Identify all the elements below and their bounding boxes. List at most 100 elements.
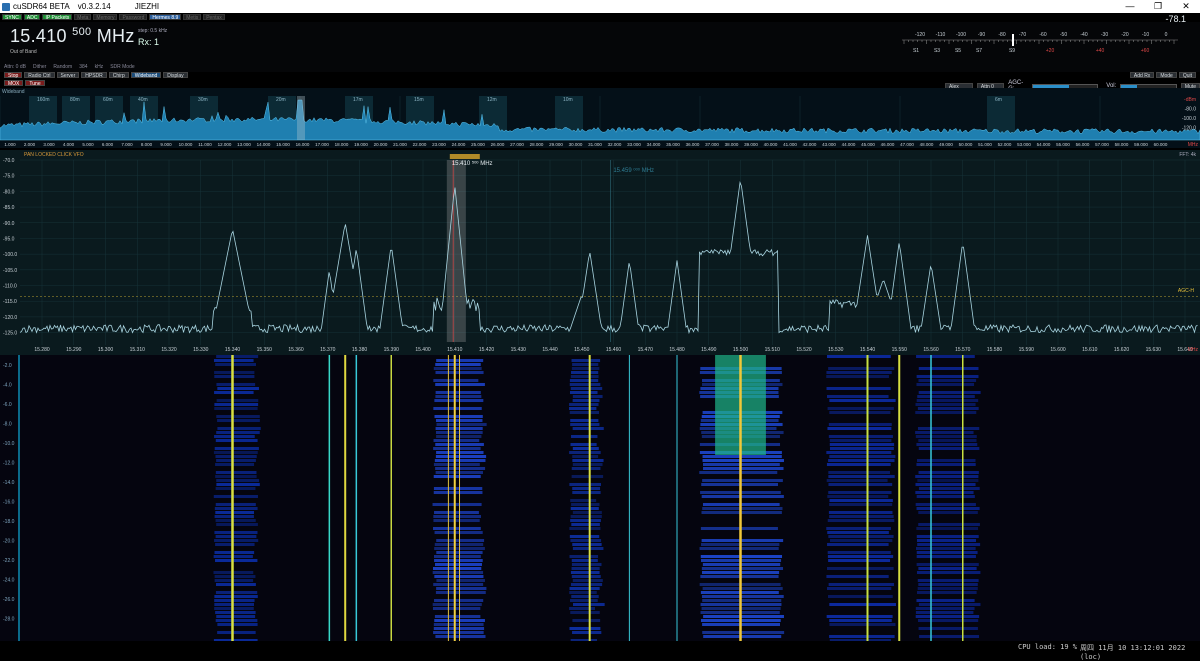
waterfall-band-segment: [569, 527, 601, 530]
wideband-x-label: 2.000: [24, 142, 36, 147]
add-rx-button[interactable]: Add Rx: [1129, 72, 1155, 79]
panadapter[interactable]: -70.0 -75.0 -80.0 -85.0 -90.0 -95.0 -100.0 -105…: [0, 150, 1200, 355]
waterfall-band-segment: [571, 467, 601, 470]
main-button-row: Stop Radio Ctrl Server HPSDR Chirp Wideb…: [4, 72, 188, 79]
waterfall-band-segment: [917, 407, 979, 410]
wideband-spectrum[interactable]: 160m 80m 60m 40m 30m 20m 17m 15m 12m 10m 6m -dBm -80…: [0, 88, 1200, 148]
stop-button[interactable]: Stop: [4, 72, 23, 79]
chirp-button[interactable]: Chirp: [108, 72, 129, 79]
waterfall-band-segment: [918, 391, 981, 394]
tune-button[interactable]: Tune: [25, 80, 45, 87]
waterfall-band-segment: [828, 475, 895, 478]
waterfall-band-segment: [435, 391, 481, 394]
wideband-x-label: 41.000: [783, 142, 797, 147]
second-vfo-label: 15.459 000 MHz: [613, 167, 654, 175]
minimize-button[interactable]: —: [1116, 0, 1144, 13]
pan-x-label: 15.620: [1114, 347, 1130, 353]
waterfall-band-segment: [569, 403, 599, 406]
waterfall-band-segment: [433, 519, 480, 522]
radio-ctrl-button[interactable]: Radio Ctrl: [24, 72, 55, 79]
waterfall-band-segment: [569, 407, 597, 410]
wideband-x-label: 15.000: [276, 142, 290, 147]
waterfall-band-segment: [434, 563, 482, 566]
waterfall-band-segment: [214, 551, 255, 554]
pan-x-label: 15.570: [955, 347, 971, 353]
waterfall-band-segment: [572, 395, 603, 398]
wideband-button[interactable]: Wideband: [130, 72, 162, 79]
waterfall-carrier: [962, 355, 964, 641]
waterfall-band-segment: [569, 555, 599, 558]
pan-y-label: -125.0: [3, 331, 17, 337]
waterfall-band-segment: [918, 511, 978, 514]
close-button[interactable]: ✕: [1172, 0, 1200, 13]
maximize-button[interactable]: ❐: [1144, 0, 1172, 13]
vfo-freq-main: 15.410: [10, 26, 67, 46]
waterfall[interactable]: -2.0 -4.0 -6.0 -8.0 -10.0 -12.0 -14.0 -16.0 -18.…: [0, 355, 1200, 642]
waterfall-band-segment: [918, 487, 980, 490]
waterfall-band-segment: [214, 403, 259, 406]
waterfall-band-segment: [214, 579, 254, 582]
pan-x-label: 15.530: [828, 347, 844, 353]
waterfall-band-segment: [215, 455, 257, 458]
waterfall-plot[interactable]: -2.0 -4.0 -6.0 -8.0 -10.0 -12.0 -14.0 -16.0 -18.…: [0, 355, 1200, 642]
dither-option[interactable]: Dither: [33, 64, 46, 70]
mode-button[interactable]: Mode: [1156, 72, 1177, 79]
waterfall-band-segment: [433, 567, 482, 570]
wideband-vfo-marker[interactable]: [297, 96, 305, 140]
wideband-x-label: 50.000: [959, 142, 973, 147]
server-button[interactable]: Server: [56, 72, 80, 79]
vfo-frequency-display[interactable]: 15.410 500 MHz: [10, 26, 135, 47]
waterfall-band-segment: [570, 611, 600, 614]
vfo-freq-unit: MHz: [96, 26, 135, 46]
waterfall-band-segment: [216, 399, 259, 402]
pan-x-label: 15.340: [225, 347, 241, 353]
wideband-band-label: 6m: [995, 97, 1002, 103]
pan-x-label: 15.580: [987, 347, 1003, 353]
wideband-x-label: 29.000: [549, 142, 563, 147]
waterfall-band-segment: [572, 463, 603, 466]
pan-x-label: 15.560: [923, 347, 939, 353]
wideband-y-label: -80.0: [1185, 107, 1197, 113]
pan-mode-label[interactable]: PAN LOCKED CLICK VFO: [24, 152, 84, 158]
waterfall-band-segment: [826, 355, 891, 358]
step-size[interactable]: step: 0.5 kHz: [138, 28, 167, 34]
wideband-x-label: 20.000: [374, 142, 388, 147]
waterfall-band-segment: [828, 459, 895, 462]
hpsdr-button[interactable]: HPSDR: [81, 72, 107, 79]
app-version: v0.3.2.14: [77, 2, 111, 11]
user-name: JIEZHI: [134, 2, 160, 11]
waterfall-band-segment: [915, 431, 974, 434]
waterfall-band-segment: [433, 407, 482, 410]
waterfall-band-segment: [917, 591, 977, 594]
rx-filter-passband[interactable]: [446, 160, 466, 342]
waterfall-band-segment: [435, 467, 486, 470]
waterfall-band-segment: [434, 615, 481, 618]
mox-button[interactable]: MOX: [4, 80, 24, 87]
wideband-x-label: 51.000: [978, 142, 992, 147]
waterfall-band-segment: [572, 487, 601, 490]
waterfall-band-segment: [915, 411, 977, 414]
attn-option[interactable]: Attn: 0 dB: [4, 64, 26, 70]
waterfall-band-segment: [915, 611, 974, 614]
waterfall-band-segment: [828, 483, 893, 486]
waterfall-band-segment: [214, 575, 256, 578]
waterfall-band-segment: [435, 455, 487, 458]
waterfall-band-segment: [217, 419, 260, 422]
window-controls: — ❐ ✕: [1116, 0, 1200, 13]
waterfall-band-segment: [918, 627, 978, 630]
samplerate-value[interactable]: 384: [79, 64, 87, 70]
random-option[interactable]: Random: [53, 64, 72, 70]
waterfall-band-segment: [215, 439, 258, 442]
display-button[interactable]: Display: [163, 72, 188, 79]
pan-x-label: 15.380: [352, 347, 368, 353]
quit-button[interactable]: Quit: [1178, 72, 1196, 79]
wideband-x-label: 4.000: [63, 142, 75, 147]
waterfall-band-segment: [827, 495, 889, 498]
wideband-x-label: 8.000: [141, 142, 153, 147]
waterfall-band-segment: [214, 595, 258, 598]
waterfall-band-segment: [826, 463, 891, 466]
wideband-plot[interactable]: 160m 80m 60m 40m 30m 20m 17m 15m 12m 10m 6m -dBm -80…: [0, 88, 1200, 148]
sdr-mode-option[interactable]: SDR Mode: [110, 64, 134, 70]
panadapter-plot[interactable]: -70.0 -75.0 -80.0 -85.0 -90.0 -95.0 -100.0 -105…: [0, 150, 1200, 355]
waterfall-band-segment: [214, 607, 254, 610]
